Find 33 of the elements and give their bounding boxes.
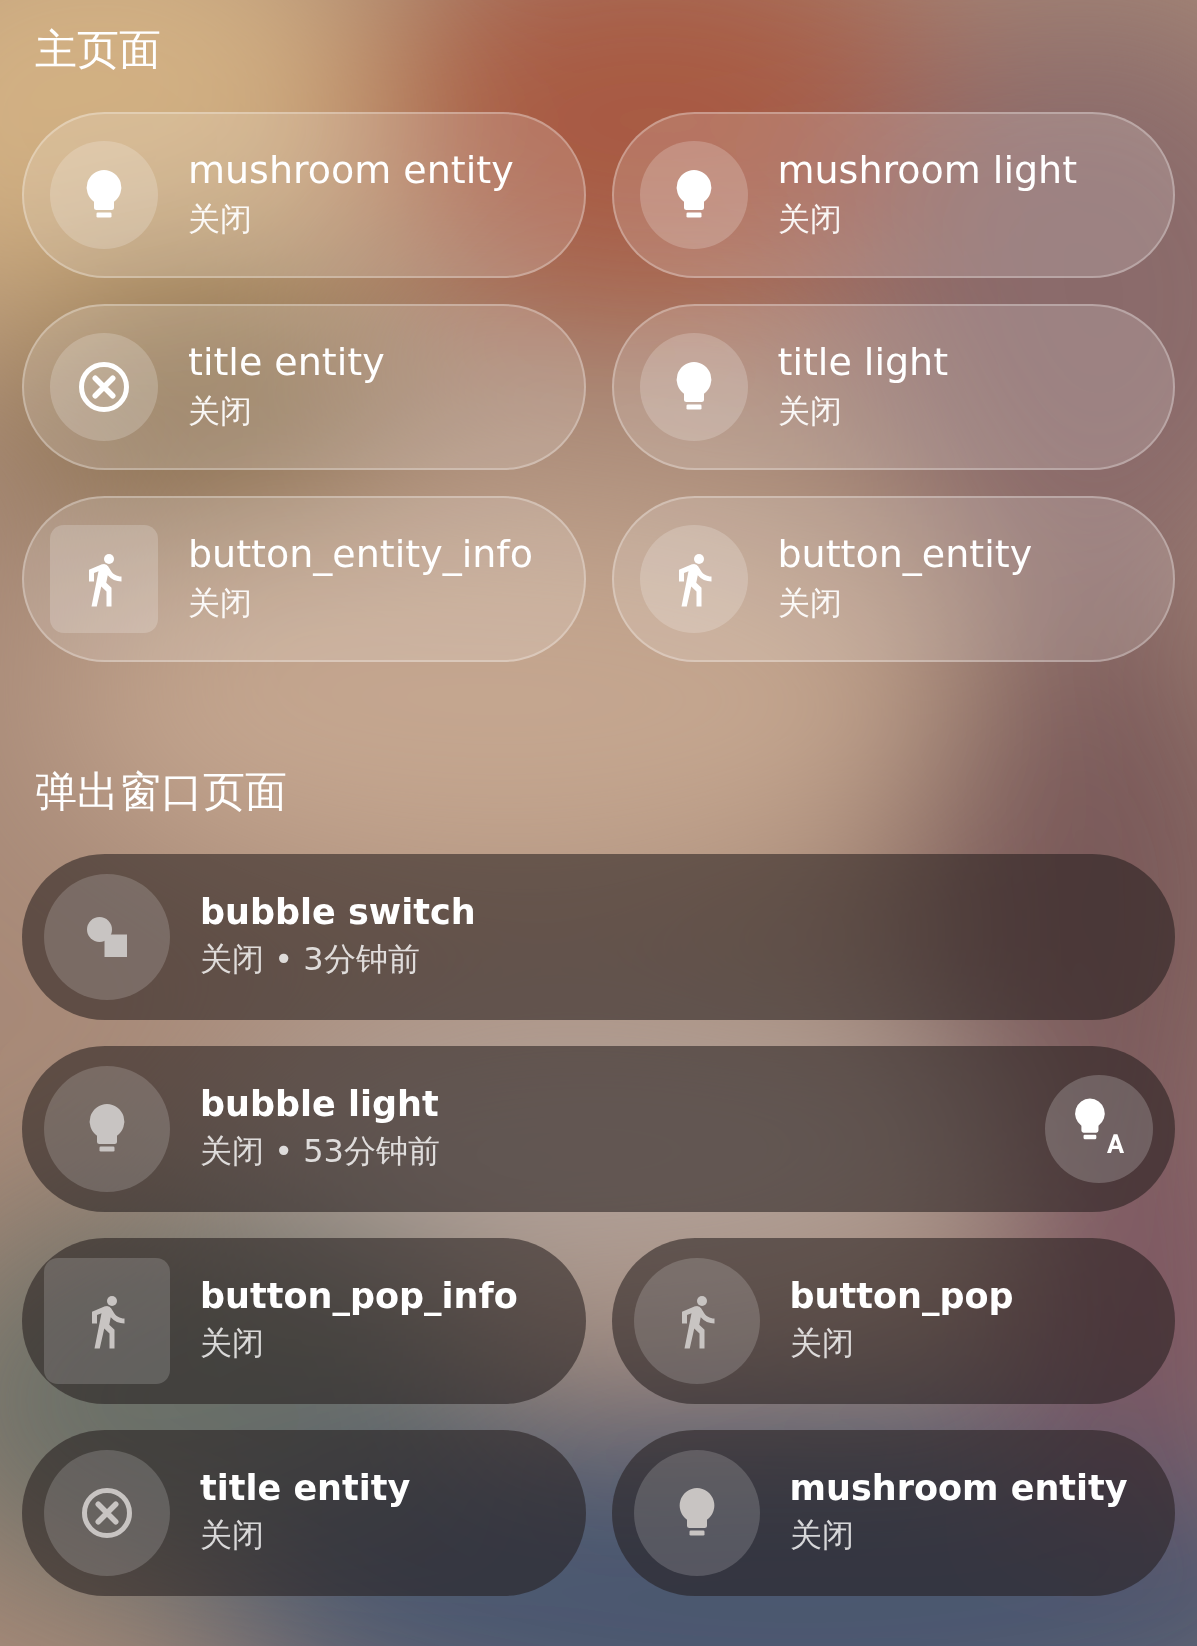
- entity-name: button_entity_info: [188, 532, 534, 576]
- entity-name: button_entity: [777, 532, 1034, 576]
- entity-name: bubble light: [200, 1084, 440, 1124]
- entity-name: mushroom entity: [188, 148, 515, 192]
- entity-name: title entity: [188, 340, 386, 384]
- section-heading: 弹出窗口页面: [35, 766, 288, 818]
- entity-state: 关闭: [200, 1515, 265, 1556]
- entity-state: 关闭: [789, 1515, 855, 1556]
- entity-state: 关闭: [188, 391, 253, 432]
- section-heading: 主页面: [35, 24, 162, 76]
- entity-state: 关闭 • 53分钟前: [200, 1131, 441, 1172]
- entity-name: title light: [777, 340, 950, 384]
- entity-state: 关闭: [777, 583, 843, 624]
- entity-state: 关闭: [188, 199, 253, 240]
- entity-name: mushroom entity: [789, 1468, 1129, 1508]
- entity-name: bubble switch: [200, 892, 477, 932]
- entity-name: title entity: [200, 1468, 412, 1508]
- entity-card[interactable]: mushroom light 关闭: [611, 112, 1175, 278]
- entity-card[interactable]: button_pop 关闭: [611, 1238, 1175, 1404]
- entity-name: button_pop_info: [200, 1276, 519, 1316]
- entity-name: mushroom light: [777, 148, 1079, 192]
- entity-card[interactable]: bubble light 关闭 • 53分钟前: [22, 1046, 1175, 1212]
- entity-state: 关闭: [777, 391, 843, 432]
- entity-state: 关闭: [200, 1323, 265, 1364]
- entity-state: 关闭 • 3分钟前: [200, 939, 421, 980]
- entity-card[interactable]: bubble switch 关闭 • 3分钟前: [22, 854, 1175, 1020]
- entity-card[interactable]: title entity 关闭: [22, 1430, 586, 1596]
- entity-state: 关闭: [188, 583, 253, 624]
- entity-name: button_pop: [789, 1276, 1015, 1316]
- entity-state: 关闭: [777, 199, 843, 240]
- entity-card[interactable]: button_pop_info 关闭: [22, 1238, 586, 1404]
- entity-state: 关闭: [789, 1323, 855, 1364]
- entity-card[interactable]: mushroom entity 关闭: [611, 1430, 1175, 1596]
